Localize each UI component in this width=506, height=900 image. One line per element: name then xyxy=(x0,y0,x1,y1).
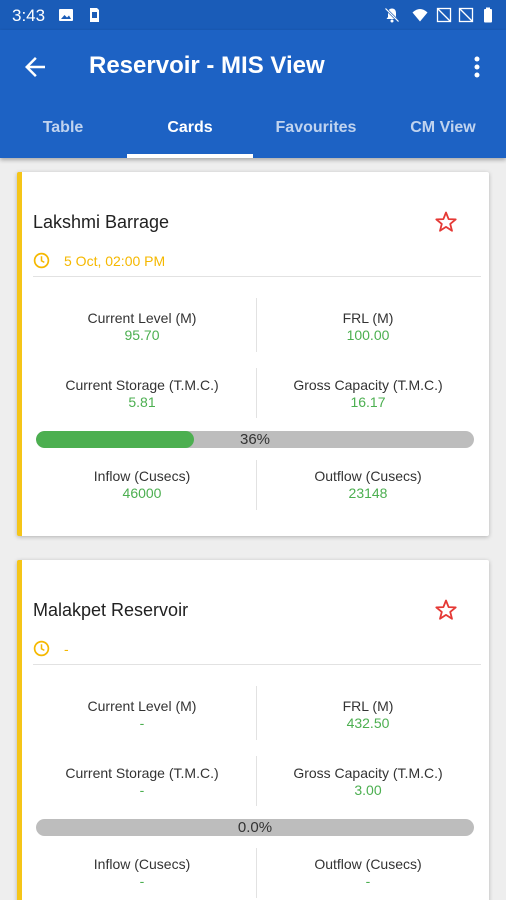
stat-label: FRL (M) xyxy=(342,310,394,326)
sd-card-icon xyxy=(90,8,99,22)
tab-table[interactable]: Table xyxy=(0,114,126,158)
battery-icon xyxy=(484,7,492,23)
current-storage-stat: Current Storage (T.M.C.) 5.81 xyxy=(32,377,252,411)
status-bar: 3:43 xyxy=(0,0,506,30)
app-bar: Reservoir - MIS View Table Cards Favouri… xyxy=(0,30,506,158)
reservoir-card[interactable]: Lakshmi Barrage 5 Oct, 02:00 PM Current … xyxy=(17,172,489,536)
stat-label: Current Level (M) xyxy=(87,698,197,714)
stat-value: 100.00 xyxy=(346,327,390,343)
clock-icon xyxy=(33,640,50,657)
stat-value: 3.00 xyxy=(354,782,382,798)
frl-stat: FRL (M) 100.00 xyxy=(258,310,478,344)
inflow-stat: Inflow (Cusecs) - xyxy=(32,856,252,890)
progress-label: 36% xyxy=(239,431,271,448)
stat-value: - xyxy=(139,715,145,731)
outflow-stat: Outflow (Cusecs) - xyxy=(258,856,478,890)
inflow-stat: Inflow (Cusecs) 46000 xyxy=(32,468,252,502)
tab-cards[interactable]: Cards xyxy=(127,114,253,158)
gross-capacity-stat: Gross Capacity (T.M.C.) 16.17 xyxy=(258,377,478,411)
gross-capacity-stat: Gross Capacity (T.M.C.) 3.00 xyxy=(258,765,478,799)
clock-icon xyxy=(33,252,50,269)
stat-value: - xyxy=(139,873,145,889)
stat-value: 46000 xyxy=(122,485,162,501)
image-icon xyxy=(59,9,73,21)
stat-label: Gross Capacity (T.M.C.) xyxy=(293,765,443,781)
stat-value: 432.50 xyxy=(346,715,390,731)
update-time: - xyxy=(64,641,69,657)
divider xyxy=(256,848,257,898)
stat-label: Gross Capacity (T.M.C.) xyxy=(293,377,443,393)
wifi-icon xyxy=(412,9,428,22)
stat-value: - xyxy=(139,782,145,798)
no-signal-icon xyxy=(458,7,474,23)
divider xyxy=(256,460,257,510)
reservoir-name: Lakshmi Barrage xyxy=(33,212,170,232)
star-outline-icon[interactable] xyxy=(434,598,458,622)
storage-progress-bar: 0.0% xyxy=(36,819,474,836)
frl-stat: FRL (M) 432.50 xyxy=(258,698,478,732)
no-signal-icon xyxy=(436,7,452,23)
reservoir-name: Malakpet Reservoir xyxy=(33,600,189,620)
stat-label: Current Storage (T.M.C.) xyxy=(65,377,219,393)
more-vert-icon[interactable] xyxy=(466,52,488,82)
page-title: Reservoir - MIS View xyxy=(89,52,325,79)
divider xyxy=(256,686,257,740)
outflow-stat: Outflow (Cusecs) 23148 xyxy=(258,468,478,502)
stat-value: 16.17 xyxy=(350,394,386,410)
storage-progress-bar: 36% xyxy=(36,431,474,448)
update-time: 5 Oct, 02:00 PM xyxy=(64,253,166,269)
tab-favourites[interactable]: Favourites xyxy=(253,114,379,158)
tab-cm-view[interactable]: CM View xyxy=(380,114,506,158)
notifications-off-icon xyxy=(384,7,400,23)
back-arrow-icon[interactable] xyxy=(20,52,50,82)
stat-value: 5.81 xyxy=(128,394,156,410)
stat-label: Inflow (Cusecs) xyxy=(93,856,191,872)
stat-label: FRL (M) xyxy=(342,698,394,714)
divider xyxy=(33,276,481,277)
stat-label: Outflow (Cusecs) xyxy=(314,468,422,484)
stat-label: Inflow (Cusecs) xyxy=(93,468,191,484)
divider xyxy=(256,756,257,806)
progress-label: 0.0% xyxy=(237,819,273,836)
divider xyxy=(256,298,257,352)
stat-label: Current Level (M) xyxy=(87,310,197,326)
divider xyxy=(33,664,481,665)
current-level-stat: Current Level (M) - xyxy=(32,698,252,732)
stat-label: Current Storage (T.M.C.) xyxy=(65,765,219,781)
stat-value: - xyxy=(365,873,371,889)
stat-label: Outflow (Cusecs) xyxy=(314,856,422,872)
divider xyxy=(256,368,257,418)
status-time: 3:43 xyxy=(12,6,46,25)
stat-value: 23148 xyxy=(348,485,388,501)
stat-value: 95.70 xyxy=(124,327,160,343)
tab-indicator xyxy=(127,154,253,158)
reservoir-card[interactable]: Malakpet Reservoir - Current Level (M) -… xyxy=(17,560,489,900)
current-storage-stat: Current Storage (T.M.C.) - xyxy=(32,765,252,799)
current-level-stat: Current Level (M) 95.70 xyxy=(32,310,252,344)
star-outline-icon[interactable] xyxy=(434,210,458,234)
